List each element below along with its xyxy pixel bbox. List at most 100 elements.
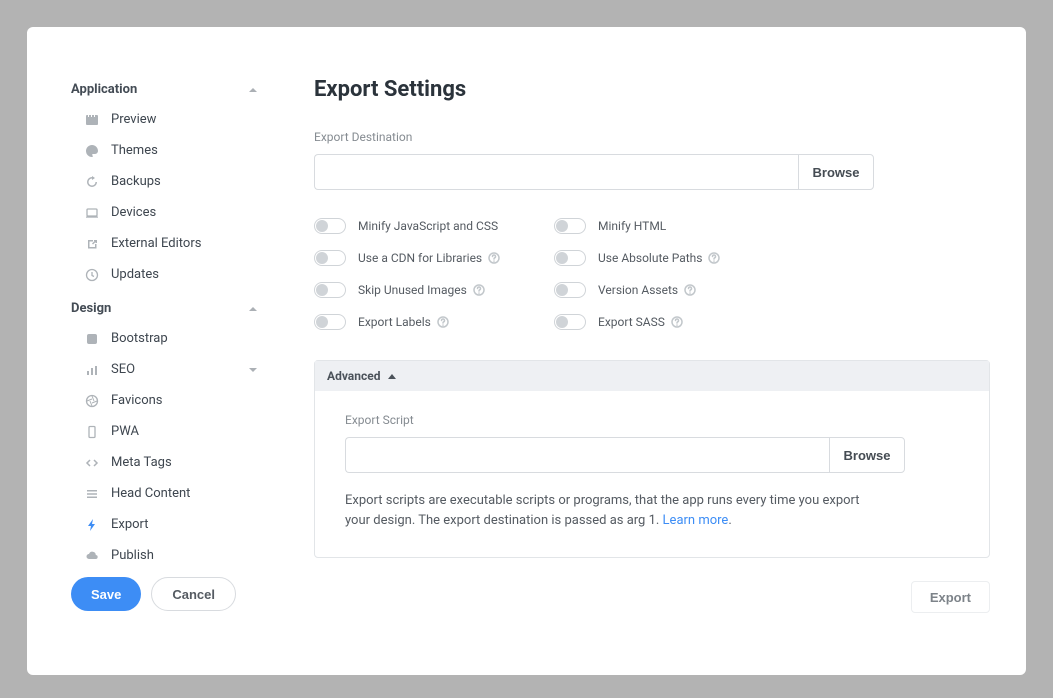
export-destination-group: Browse [314, 154, 874, 190]
section-title: Design [71, 301, 111, 316]
bootstrap-icon [85, 332, 99, 346]
sidebar-item-devices[interactable]: Devices [71, 197, 266, 228]
browse-destination-button[interactable]: Browse [798, 154, 874, 190]
browse-script-button[interactable]: Browse [829, 437, 905, 473]
toggle-export-sass: Export SASS [554, 314, 794, 330]
chevron-up-icon [248, 304, 258, 314]
export-script-group: Browse [345, 437, 905, 473]
description-text: Export scripts are executable scripts or… [345, 493, 860, 528]
cloud-icon [85, 549, 99, 563]
settings-modal: Application Preview Themes Backups Devic… [27, 27, 1026, 675]
laptop-icon [85, 206, 99, 220]
sidebar-application-list: Preview Themes Backups Devices External … [71, 104, 266, 290]
film-icon [85, 113, 99, 127]
sidebar-section-application[interactable]: Application [71, 77, 266, 102]
learn-more-link[interactable]: Learn more [663, 513, 729, 528]
switch[interactable] [314, 250, 346, 266]
help-icon[interactable] [671, 316, 683, 328]
sidebar-item-backups[interactable]: Backups [71, 166, 266, 197]
chart-icon [85, 363, 99, 377]
export-script-label: Export Script [345, 413, 959, 427]
sidebar-item-head-content[interactable]: Head Content [71, 478, 266, 509]
sidebar-item-favicons[interactable]: Favicons [71, 385, 266, 416]
sidebar-item-label: Meta Tags [111, 455, 172, 470]
content-footer: Export [314, 581, 990, 645]
export-destination-label: Export Destination [314, 130, 990, 144]
help-icon[interactable] [708, 252, 720, 264]
export-script-input[interactable] [345, 437, 829, 473]
sidebar-item-label: Head Content [111, 486, 190, 501]
sidebar-item-pwa[interactable]: PWA [71, 416, 266, 447]
content: Export Settings Export Destination Brows… [290, 27, 1026, 675]
sidebar-item-updates[interactable]: Updates [71, 259, 266, 290]
sidebar-item-external-editors[interactable]: External Editors [71, 228, 266, 259]
switch[interactable] [314, 218, 346, 234]
sidebar-item-label: PWA [111, 424, 139, 439]
sidebar-item-label: Favicons [111, 393, 163, 408]
clock-icon [85, 268, 99, 282]
export-destination-input[interactable] [314, 154, 798, 190]
description-period: . [728, 513, 731, 528]
toggle-export-labels: Export Labels [314, 314, 554, 330]
sidebar-item-export[interactable]: Export [71, 509, 266, 540]
toggle-label: Version Assets [598, 283, 678, 297]
sidebar-item-meta-tags[interactable]: Meta Tags [71, 447, 266, 478]
sidebar: Application Preview Themes Backups Devic… [27, 27, 290, 675]
advanced-header-label: Advanced [327, 369, 380, 383]
switch[interactable] [554, 282, 586, 298]
help-icon[interactable] [684, 284, 696, 296]
sidebar-item-label: Devices [111, 205, 156, 220]
switch[interactable] [554, 250, 586, 266]
toggle-version-assets: Version Assets [554, 282, 794, 298]
sidebar-design-list: Bootstrap SEO Favicons PWA Meta Tags [71, 323, 266, 571]
palette-icon [85, 144, 99, 158]
help-icon[interactable] [437, 316, 449, 328]
export-script-description: Export scripts are executable scripts or… [345, 491, 865, 531]
lines-icon [85, 487, 99, 501]
help-icon[interactable] [488, 252, 500, 264]
toggle-skip-images: Skip Unused Images [314, 282, 554, 298]
external-icon [85, 237, 99, 251]
switch[interactable] [554, 314, 586, 330]
mobile-icon [85, 425, 99, 439]
toggle-label: Export Labels [358, 315, 431, 329]
sidebar-footer: Save Cancel [71, 577, 266, 651]
chevron-down-icon [248, 365, 258, 375]
chevron-up-icon [248, 85, 258, 95]
sidebar-item-label: Themes [111, 143, 158, 158]
sidebar-item-label: Updates [111, 267, 159, 282]
page-title: Export Settings [314, 77, 990, 102]
sidebar-item-bootstrap[interactable]: Bootstrap [71, 323, 266, 354]
save-button[interactable]: Save [71, 577, 141, 611]
sidebar-item-label: SEO [111, 362, 135, 377]
sidebar-item-themes[interactable]: Themes [71, 135, 266, 166]
toggle-cdn: Use a CDN for Libraries [314, 250, 554, 266]
sidebar-item-label: Publish [111, 548, 154, 563]
advanced-header[interactable]: Advanced [315, 361, 989, 391]
sidebar-item-seo[interactable]: SEO [71, 354, 266, 385]
toggle-label: Skip Unused Images [358, 283, 467, 297]
toggle-grid: Minify JavaScript and CSS Minify HTML Us… [314, 218, 990, 330]
switch[interactable] [314, 314, 346, 330]
refresh-icon [85, 175, 99, 189]
toggle-label: Export SASS [598, 315, 665, 329]
toggle-label: Minify HTML [598, 219, 666, 233]
switch[interactable] [314, 282, 346, 298]
advanced-panel: Advanced Export Script Browse Export scr… [314, 360, 990, 558]
code-icon [85, 456, 99, 470]
help-icon[interactable] [473, 284, 485, 296]
cancel-button[interactable]: Cancel [151, 577, 236, 611]
sidebar-item-preview[interactable]: Preview [71, 104, 266, 135]
sidebar-item-label: Backups [111, 174, 161, 189]
sidebar-item-publish[interactable]: Publish [71, 540, 266, 571]
sidebar-item-label: External Editors [111, 236, 201, 251]
switch[interactable] [554, 218, 586, 234]
toggle-absolute-paths: Use Absolute Paths [554, 250, 794, 266]
toggle-minify-js-css: Minify JavaScript and CSS [314, 218, 554, 234]
section-title: Application [71, 82, 137, 97]
export-button[interactable]: Export [911, 581, 990, 613]
sidebar-section-design[interactable]: Design [71, 296, 266, 321]
toggle-label: Use Absolute Paths [598, 251, 702, 265]
aperture-icon [85, 394, 99, 408]
sidebar-item-label: Bootstrap [111, 331, 168, 346]
